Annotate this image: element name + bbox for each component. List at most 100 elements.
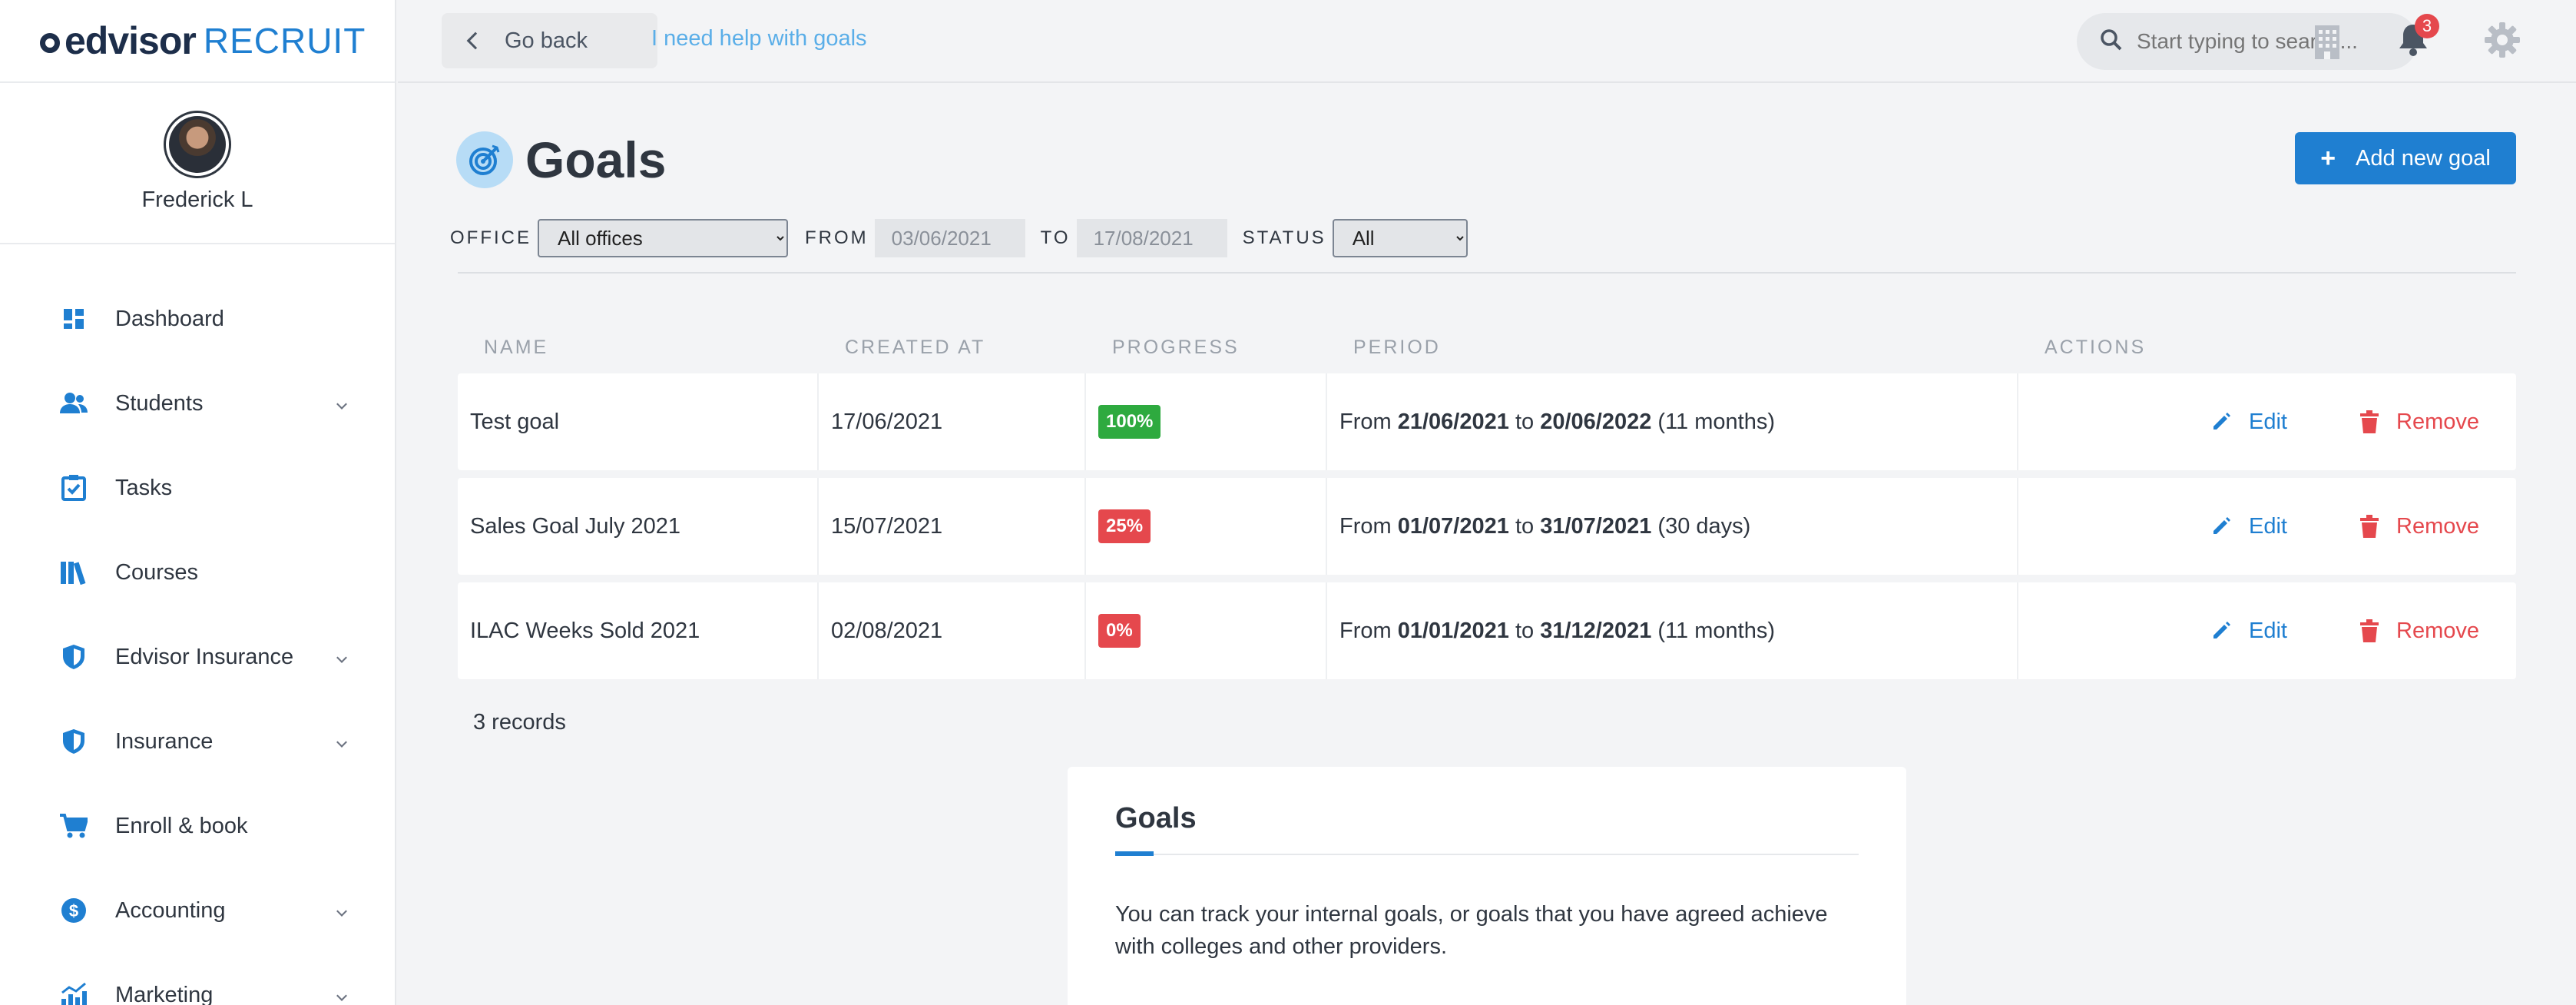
plus-icon: +: [2320, 143, 2336, 173]
chevron-down-icon: [336, 399, 347, 410]
clipboard-check-icon: [60, 474, 88, 502]
column-header-actions: ACTIONS: [2045, 337, 2147, 358]
goal-period: From 01/07/2021 to 31/07/2021 (30 days): [1327, 478, 2018, 575]
go-back-label: Go back: [505, 28, 588, 53]
sidebar-item-label: Courses: [115, 559, 198, 585]
trash-icon: [2359, 619, 2379, 642]
pencil-icon: [2210, 516, 2232, 537]
office-filter-label: OFFICE: [450, 227, 531, 248]
trash-icon: [2359, 410, 2379, 433]
edit-label: Edit: [2249, 513, 2287, 539]
sidebar-item-label: Dashboard: [115, 306, 224, 331]
books-icon: [60, 559, 88, 586]
goal-created-at: 02/08/2021: [819, 582, 1086, 679]
office-building-icon[interactable]: [2306, 20, 2349, 63]
column-header-name[interactable]: NAME: [484, 337, 548, 359]
page-header: Goals: [456, 131, 666, 189]
top-bar: Go back I need help with goals 3: [398, 0, 2576, 83]
search-input[interactable]: [2137, 29, 2413, 54]
sidebar-item-enroll-book[interactable]: Enroll & book: [0, 784, 395, 868]
user-name: Frederick L: [141, 187, 253, 212]
go-back-button[interactable]: Go back: [442, 13, 657, 68]
status-filter-select[interactable]: All: [1332, 219, 1468, 257]
cart-icon: [60, 812, 88, 840]
sidebar-item-accounting[interactable]: $ Accounting: [0, 868, 395, 953]
help-card-divider: [1115, 851, 1859, 856]
to-date-input[interactable]: [1076, 219, 1227, 257]
goal-created-at: 17/06/2021: [819, 373, 1086, 470]
table-row[interactable]: ILAC Weeks Sold 2021 02/08/2021 0% From …: [458, 582, 2516, 679]
from-date-label: FROM: [805, 227, 869, 248]
period-duration: (30 days): [1657, 513, 1751, 539]
remove-button[interactable]: Remove: [2359, 478, 2479, 575]
brand-product: RECRUIT: [203, 21, 366, 61]
notifications-button[interactable]: 3: [2392, 14, 2439, 63]
remove-label: Remove: [2396, 409, 2479, 434]
remove-label: Remove: [2396, 618, 2479, 643]
progress-badge: 0%: [1098, 614, 1141, 648]
period-end: 31/12/2021: [1540, 618, 1652, 643]
brand-name: edvisor: [65, 19, 197, 62]
brand-logo[interactable]: edvisor RECRUIT: [0, 0, 395, 83]
dollar-icon: $: [60, 897, 88, 924]
sidebar-nav: Dashboard Students Tasks Courses Edvisor…: [0, 244, 395, 1005]
divider: [458, 272, 2516, 274]
column-header-progress[interactable]: PROGRESS: [1112, 337, 1240, 359]
remove-button[interactable]: Remove: [2359, 582, 2479, 679]
avatar[interactable]: [164, 111, 231, 178]
trash-icon: [2359, 515, 2379, 538]
sidebar-item-courses[interactable]: Courses: [0, 530, 395, 615]
sidebar-item-students[interactable]: Students: [0, 361, 395, 446]
column-header-period[interactable]: PERIOD: [1353, 337, 1441, 359]
svg-text:$: $: [69, 901, 78, 920]
period-to-word: to: [1515, 409, 1535, 434]
table-row[interactable]: Test goal 17/06/2021 100% From 21/06/202…: [458, 373, 2516, 470]
goal-progress-cell: 25%: [1086, 478, 1327, 575]
period-start: 21/06/2021: [1397, 409, 1509, 434]
settings-button[interactable]: [2481, 20, 2524, 63]
progress-badge: 25%: [1098, 509, 1151, 543]
goal-progress-cell: 100%: [1086, 373, 1327, 470]
sidebar-item-dashboard[interactable]: Dashboard: [0, 277, 395, 361]
sidebar-item-marketing[interactable]: Marketing: [0, 953, 395, 1005]
edit-button[interactable]: Edit: [2210, 373, 2287, 470]
help-goals-link[interactable]: I need help with goals: [651, 26, 867, 51]
sidebar-item-tasks[interactable]: Tasks: [0, 446, 395, 530]
add-new-goal-button[interactable]: + Add new goal: [2295, 132, 2516, 184]
from-date-input[interactable]: [874, 219, 1025, 257]
logo-mark: [40, 33, 60, 53]
period-start: 01/01/2021: [1397, 618, 1509, 643]
chevron-down-icon: [336, 990, 347, 1001]
chevron-left-icon: [466, 32, 485, 50]
sidebar-item-edvisor-insurance[interactable]: Edvisor Insurance: [0, 615, 395, 699]
edit-button[interactable]: Edit: [2210, 478, 2287, 575]
users-icon: [60, 390, 88, 417]
help-card-text: You can track your internal goals, or go…: [1115, 902, 1828, 959]
sidebar-item-insurance[interactable]: Insurance: [0, 699, 395, 784]
shield-icon: [60, 728, 88, 755]
table-header: NAME CREATED AT PROGRESS PERIOD ACTIONS: [458, 327, 2516, 373]
to-date-label: TO: [1040, 227, 1071, 248]
table-row[interactable]: Sales Goal July 2021 15/07/2021 25% From…: [458, 478, 2516, 575]
period-to-word: to: [1515, 618, 1535, 643]
search-bar[interactable]: [2077, 13, 2418, 70]
dashboard-icon: [60, 305, 88, 333]
office-filter-select[interactable]: All offices: [538, 219, 788, 257]
period-start: 01/07/2021: [1397, 513, 1509, 539]
chevron-down-icon: [336, 737, 347, 748]
sidebar-item-label: Marketing: [115, 982, 214, 1005]
target-icon: [456, 131, 513, 188]
edit-button[interactable]: Edit: [2210, 582, 2287, 679]
period-duration: (11 months): [1657, 409, 1775, 434]
records-count: 3 records: [473, 710, 566, 735]
goal-name[interactable]: Test goal: [458, 373, 819, 470]
help-card: Goals You can track your internal goals,…: [1068, 767, 1906, 1005]
goal-name[interactable]: ILAC Weeks Sold 2021: [458, 582, 819, 679]
remove-button[interactable]: Remove: [2359, 373, 2479, 470]
goal-name[interactable]: Sales Goal July 2021: [458, 478, 819, 575]
period-from-word: From: [1339, 618, 1392, 643]
progress-badge: 100%: [1098, 405, 1161, 439]
column-header-created[interactable]: CREATED AT: [845, 337, 985, 359]
filter-bar: OFFICE All offices FROM TO STATUS All: [450, 218, 1468, 258]
help-card-title: Goals: [1115, 802, 1197, 834]
